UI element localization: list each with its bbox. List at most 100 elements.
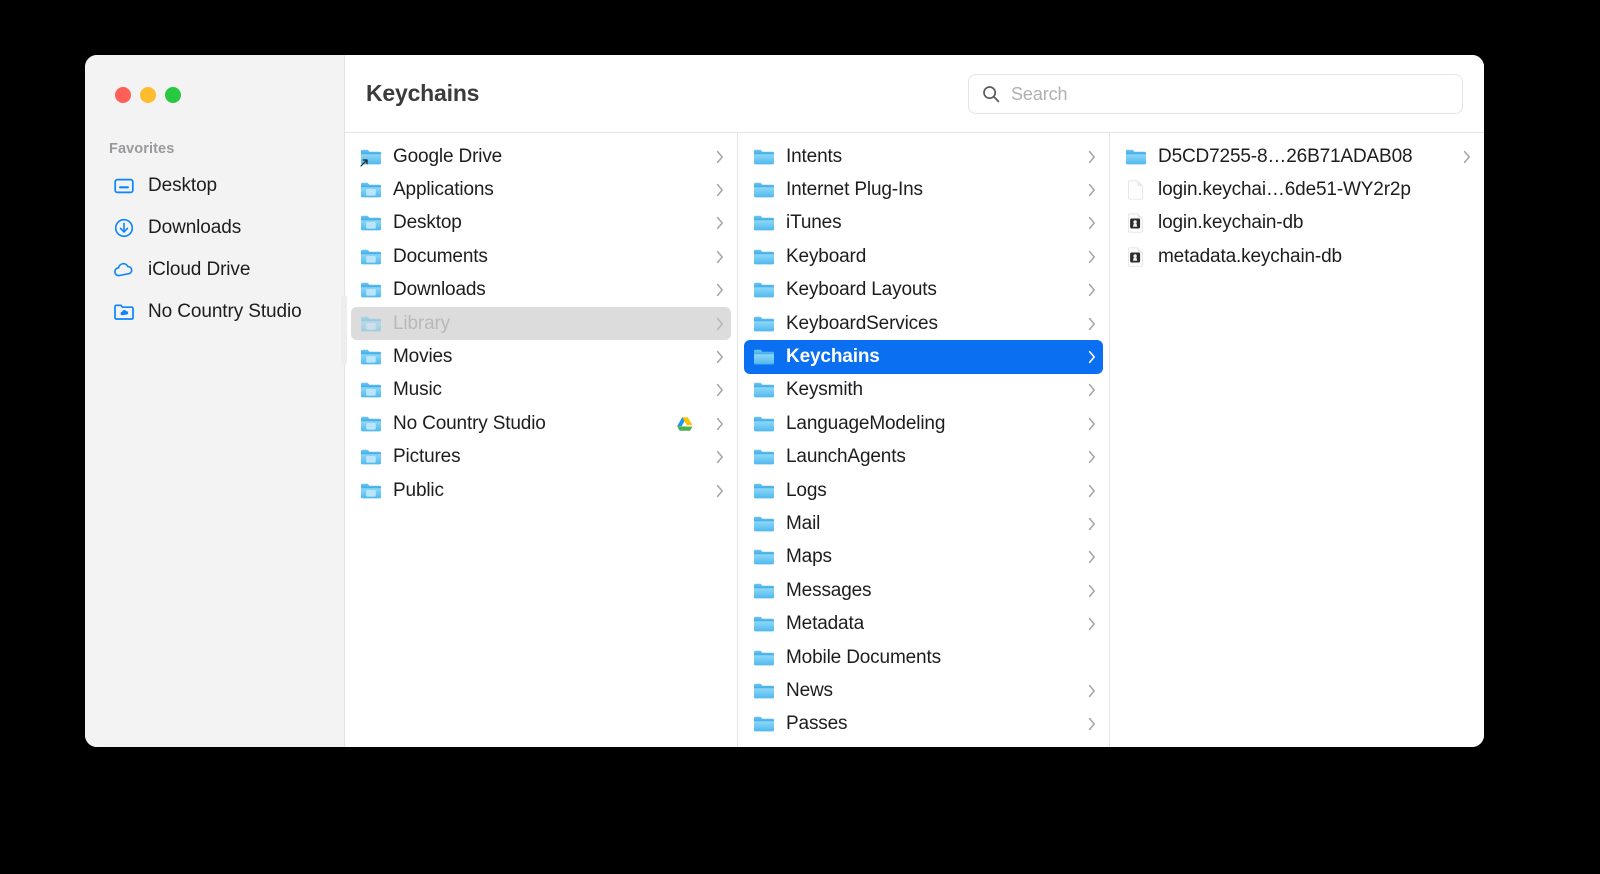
column-library[interactable]: Intents Internet Plug-Ins iTunes Keyboard Ke… xyxy=(738,133,1110,747)
folder-cloud-icon xyxy=(113,301,135,323)
list-item-label: Library xyxy=(393,312,451,334)
folder-icon xyxy=(753,580,775,602)
folder-icon xyxy=(753,246,775,268)
list-item[interactable]: News xyxy=(744,674,1103,707)
folder-icon xyxy=(753,146,775,168)
list-item[interactable]: Documents xyxy=(351,240,731,273)
list-item-label: LanguageModeling xyxy=(786,412,946,434)
list-item[interactable]: Metadata xyxy=(744,607,1103,640)
chevron-right-icon xyxy=(714,182,726,198)
list-item[interactable]: KeyboardServices xyxy=(744,307,1103,340)
list-item-label: Keyboard xyxy=(786,245,867,267)
folder-library-icon xyxy=(360,313,382,335)
list-item-label: Downloads xyxy=(393,279,486,301)
sidebar-item-downloads[interactable]: Downloads xyxy=(95,207,336,249)
list-item[interactable]: Applications xyxy=(351,173,731,206)
list-item-label: Mobile Documents xyxy=(786,646,941,668)
minimize-button[interactable] xyxy=(140,87,156,103)
list-item[interactable]: Desktop xyxy=(351,207,731,240)
column-keychains[interactable]: D5CD7255-8…26B71ADAB08 login.keychai…6de5… xyxy=(1110,133,1484,747)
chevron-right-icon xyxy=(1086,483,1098,499)
close-button[interactable] xyxy=(115,87,131,103)
list-item[interactable]: login.keychain-db xyxy=(1116,207,1478,240)
list-item[interactable]: Intents xyxy=(744,140,1103,173)
list-item[interactable]: Messages xyxy=(744,574,1103,607)
list-item[interactable]: Internet Plug-Ins xyxy=(744,173,1103,206)
list-item[interactable]: Logs xyxy=(744,474,1103,507)
list-item-label: Internet Plug-Ins xyxy=(786,179,923,201)
chevron-right-icon xyxy=(1086,616,1098,632)
folder-downloads-icon xyxy=(360,279,382,301)
sidebar-item-label: iCloud Drive xyxy=(148,259,251,280)
sidebar-section-favorites: Favorites xyxy=(109,141,175,157)
chevron-right-icon xyxy=(1086,249,1098,265)
zoom-button[interactable] xyxy=(165,87,181,103)
sidebar-item-label: No Country Studio xyxy=(148,301,302,322)
folder-icon xyxy=(753,313,775,335)
folder-icon xyxy=(753,379,775,401)
list-item[interactable]: metadata.keychain-db xyxy=(1116,240,1478,273)
chevron-right-icon xyxy=(1086,182,1098,198)
generic-file-icon xyxy=(1125,179,1147,201)
list-item[interactable]: Keysmith xyxy=(744,374,1103,407)
chevron-right-icon xyxy=(714,149,726,165)
list-item-label: Public xyxy=(393,479,444,501)
folder-icon xyxy=(753,546,775,568)
list-item-label: Movies xyxy=(393,346,453,368)
list-item[interactable]: Google Drive xyxy=(351,140,731,173)
chevron-right-icon xyxy=(1461,149,1473,165)
chevron-right-icon xyxy=(1086,516,1098,532)
list-item[interactable]: Keychains xyxy=(744,340,1103,374)
list-item-label: Maps xyxy=(786,546,832,568)
list-item[interactable]: D5CD7255-8…26B71ADAB08 xyxy=(1116,140,1478,173)
chevron-right-icon xyxy=(1086,449,1098,465)
list-item-label: Keysmith xyxy=(786,379,863,401)
list-item[interactable]: Keyboard xyxy=(744,240,1103,273)
list-item-label: login.keychai…6de51-WY2r2p xyxy=(1158,179,1411,201)
list-item[interactable]: Movies xyxy=(351,340,731,373)
list-item[interactable]: No Country Studio xyxy=(351,407,731,440)
list-item[interactable]: LanguageModeling xyxy=(744,407,1103,440)
list-item-label: Logs xyxy=(786,479,827,501)
list-item[interactable]: Passes xyxy=(744,708,1103,741)
traffic-lights xyxy=(115,87,181,103)
column-browser: Google Drive Applications Desktop Documents… xyxy=(345,133,1484,747)
list-item-label: Google Drive xyxy=(393,145,503,167)
search-placeholder: Search xyxy=(1011,83,1068,104)
folder-icon xyxy=(753,647,775,669)
list-item-label: Passes xyxy=(786,713,848,735)
folder-icon xyxy=(753,680,775,702)
list-item[interactable]: Mail xyxy=(744,507,1103,540)
folder-icon xyxy=(753,513,775,535)
list-item[interactable]: login.keychai…6de51-WY2r2p xyxy=(1116,173,1478,206)
list-item[interactable]: Public xyxy=(351,474,731,507)
list-item[interactable]: Pictures xyxy=(351,441,731,474)
column-home[interactable]: Google Drive Applications Desktop Documents… xyxy=(345,133,738,747)
toolbar: Keychains Search xyxy=(345,55,1484,133)
chevron-right-icon xyxy=(1086,149,1098,165)
folder-icon xyxy=(753,713,775,735)
list-item-label: Applications xyxy=(393,179,494,201)
list-item[interactable]: iTunes xyxy=(744,207,1103,240)
folder-cloud-icon xyxy=(360,413,382,435)
chevron-right-icon xyxy=(1086,716,1098,732)
desktop-icon xyxy=(113,175,135,197)
sidebar-item-no-country-studio[interactable]: No Country Studio xyxy=(95,291,336,333)
list-item-label: LaunchAgents xyxy=(786,446,906,468)
folder-icon xyxy=(753,279,775,301)
sidebar-item-desktop[interactable]: Desktop xyxy=(95,165,336,207)
chevron-right-icon xyxy=(1086,316,1098,332)
sidebar-item-icloud-drive[interactable]: iCloud Drive xyxy=(95,249,336,291)
list-item[interactable]: Keyboard Layouts xyxy=(744,274,1103,307)
list-item[interactable]: Mobile Documents xyxy=(744,641,1103,674)
search-input[interactable]: Search xyxy=(968,74,1463,114)
list-item[interactable]: Library xyxy=(351,306,731,341)
list-item-label: Pictures xyxy=(393,446,461,468)
chevron-right-icon xyxy=(1086,349,1098,365)
list-item[interactable]: Maps xyxy=(744,541,1103,574)
chevron-right-icon xyxy=(1086,282,1098,298)
sidebar: Favorites Desktop Downloads iCloud Drive xyxy=(85,55,347,747)
list-item[interactable]: LaunchAgents xyxy=(744,441,1103,474)
list-item[interactable]: Downloads xyxy=(351,274,731,307)
list-item[interactable]: Music xyxy=(351,374,731,407)
